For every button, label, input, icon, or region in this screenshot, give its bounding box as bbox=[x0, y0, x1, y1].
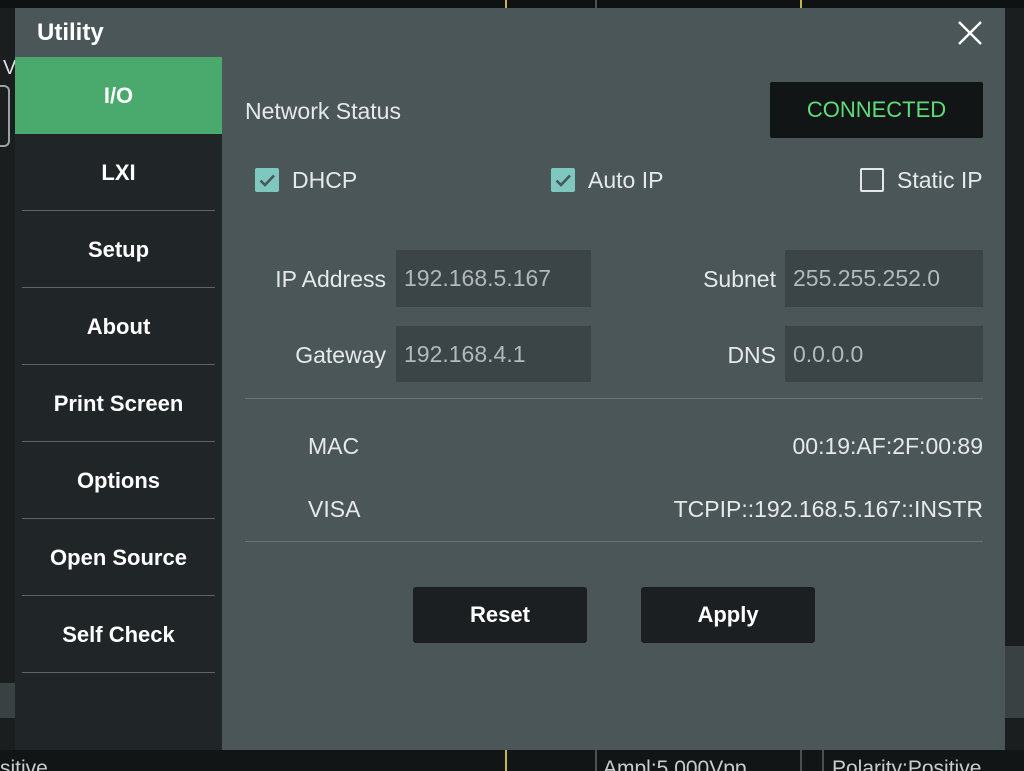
network-status-badge: CONNECTED bbox=[770, 82, 983, 138]
sidebar-item-options[interactable]: Options bbox=[15, 442, 222, 519]
sidebar-item-label: Print Screen bbox=[53, 391, 184, 416]
backdrop-band bbox=[1005, 646, 1024, 718]
divider bbox=[245, 541, 983, 542]
mac-value: 00:19:AF:2F:00:89 bbox=[792, 433, 983, 459]
visa-value: TCPIP::192.168.5.167::INSTR bbox=[673, 496, 983, 522]
ip-address-field[interactable]: 192.168.5.167 bbox=[396, 250, 591, 307]
checkbox-label: Auto IP bbox=[588, 167, 664, 193]
trace-divider bbox=[595, 750, 597, 771]
divider bbox=[245, 398, 983, 399]
trace-divider bbox=[800, 0, 802, 8]
gateway-field[interactable]: 192.168.4.1 bbox=[396, 326, 591, 382]
backdrop-left-strip: V bbox=[0, 8, 15, 750]
close-button[interactable] bbox=[955, 18, 985, 48]
dns-label: DNS bbox=[727, 342, 776, 368]
backdrop-channel-glyph: V bbox=[3, 57, 15, 79]
trace-divider bbox=[595, 0, 597, 8]
backdrop-status-bar: sitive Ampl:5.000Vpp Polarity:Positive bbox=[0, 750, 1024, 771]
sidebar-item-label: Self Check bbox=[62, 622, 175, 647]
sidebar-item-label: About bbox=[86, 314, 151, 339]
backdrop-polarity-partial: sitive bbox=[0, 757, 48, 771]
trace-divider bbox=[822, 750, 824, 771]
checkbox-label: Static IP bbox=[897, 167, 983, 193]
subnet-field[interactable]: 255.255.252.0 bbox=[785, 250, 983, 307]
sidebar-item-print-screen[interactable]: Print Screen bbox=[15, 365, 222, 442]
checkbox-box bbox=[551, 168, 575, 192]
sidebar-item-open-source[interactable]: Open Source bbox=[15, 519, 222, 596]
dialog-titlebar: Utility bbox=[15, 8, 1005, 57]
subnet-label: Subnet bbox=[703, 266, 776, 292]
trace-divider bbox=[505, 0, 507, 8]
dhcp-checkbox[interactable]: DHCP bbox=[255, 165, 357, 195]
gateway-label: Gateway bbox=[295, 342, 386, 368]
sidebar-item-lxi[interactable]: LXI bbox=[15, 134, 222, 211]
backdrop-amplitude: Ampl:5.000Vpp bbox=[603, 757, 747, 771]
checkbox-label: DHCP bbox=[292, 167, 358, 193]
auto-ip-checkbox[interactable]: Auto IP bbox=[551, 165, 663, 195]
static-ip-checkbox[interactable]: Static IP bbox=[860, 165, 983, 195]
sidebar-item-label: I/O bbox=[103, 83, 134, 108]
ip-address-label: IP Address bbox=[275, 266, 386, 292]
dialog-title: Utility bbox=[37, 19, 104, 46]
sidebar-item-about[interactable]: About bbox=[15, 288, 222, 365]
close-icon bbox=[958, 21, 982, 45]
mac-label: MAC bbox=[308, 433, 360, 459]
utility-sidebar: I/O LXI Setup About Print Screen Options… bbox=[15, 57, 222, 750]
sidebar-item-io[interactable]: I/O bbox=[15, 57, 222, 134]
sidebar-item-label: Options bbox=[76, 468, 161, 493]
reset-button[interactable]: Reset bbox=[413, 587, 587, 643]
check-icon bbox=[555, 174, 571, 187]
io-settings-panel: Network Status CONNECTED DHCP Auto IP St… bbox=[222, 57, 1005, 750]
backdrop-top-strip bbox=[0, 0, 1024, 8]
backdrop-channel-box bbox=[0, 85, 10, 147]
trace-divider bbox=[505, 750, 507, 771]
utility-dialog: Utility I/O LXI Setup About Print Screen… bbox=[15, 8, 1005, 750]
check-icon bbox=[259, 174, 275, 187]
checkbox-box bbox=[255, 168, 279, 192]
visa-label: VISA bbox=[308, 496, 361, 522]
checkbox-box bbox=[860, 168, 884, 192]
sidebar-item-label: Setup bbox=[87, 237, 150, 262]
sidebar-item-self-check[interactable]: Self Check bbox=[15, 596, 222, 673]
backdrop-right-strip bbox=[1005, 8, 1024, 750]
network-status-label: Network Status bbox=[245, 98, 401, 124]
sidebar-item-setup[interactable]: Setup bbox=[15, 211, 222, 288]
backdrop-band bbox=[0, 683, 15, 718]
trace-divider bbox=[800, 750, 802, 771]
apply-button[interactable]: Apply bbox=[641, 587, 815, 643]
sidebar-item-label: LXI bbox=[101, 160, 136, 185]
sidebar-item-label: Open Source bbox=[50, 545, 187, 570]
backdrop-polarity: Polarity:Positive bbox=[832, 757, 982, 771]
dns-field[interactable]: 0.0.0.0 bbox=[785, 326, 983, 382]
